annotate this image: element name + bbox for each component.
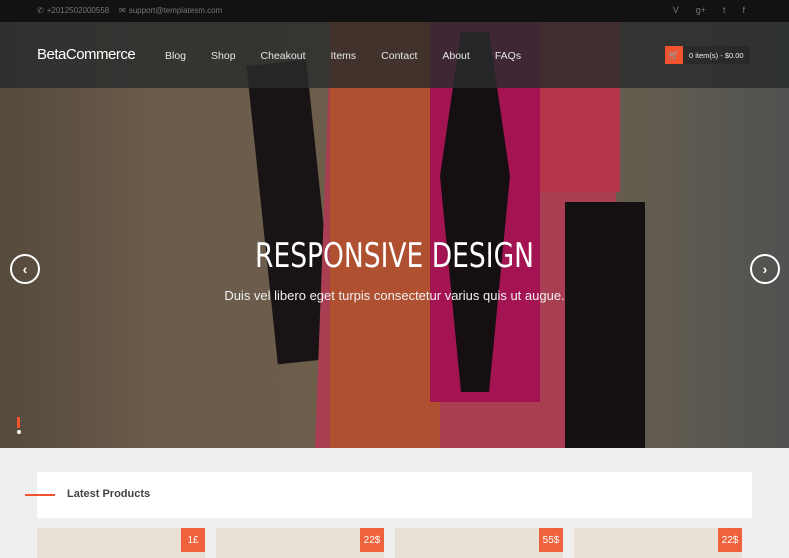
top-bar: ✆ +2012502000558 ✉ support@templatesm.com …	[0, 0, 789, 22]
nav-cheakout[interactable]: Cheakout	[261, 50, 306, 62]
nav-about[interactable]: About	[442, 50, 469, 62]
facebook-icon[interactable]: f	[742, 5, 745, 15]
cart-button[interactable]: 🛒 0 item(s) - $0.00	[665, 46, 750, 64]
section-accent-line	[25, 494, 55, 496]
product-card[interactable]: 22$	[216, 528, 384, 558]
indicator-dot[interactable]	[17, 430, 21, 434]
price-badge: 22$	[718, 528, 742, 552]
vine-icon[interactable]: V	[673, 5, 679, 15]
phone: ✆ +2012502000558	[37, 6, 110, 15]
hero-slider: BetaCommerce Blog Shop Cheakout Items Co…	[0, 22, 789, 448]
product-card[interactable]: 55$	[395, 528, 563, 558]
price-badge: 55$	[539, 528, 563, 552]
slide-indicator[interactable]	[17, 417, 21, 434]
nav-faqs[interactable]: FAQs	[495, 50, 521, 62]
product-card[interactable]: 22$	[574, 528, 742, 558]
nav-items[interactable]: Items	[331, 50, 357, 62]
email[interactable]: ✉ support@templatesm.com	[119, 6, 222, 15]
nav-contact[interactable]: Contact	[381, 50, 417, 62]
next-slide-button[interactable]: ›	[750, 254, 780, 284]
cart-icon: 🛒	[665, 46, 683, 64]
price-badge: 22$	[360, 528, 384, 552]
google-plus-icon[interactable]: g+	[696, 5, 706, 15]
chevron-left-icon: ‹	[22, 261, 28, 277]
product-card[interactable]: 1£	[37, 528, 205, 558]
logo[interactable]: BetaCommerce	[37, 46, 136, 63]
chevron-right-icon: ›	[762, 261, 768, 277]
envelope-icon: ✉	[119, 6, 126, 15]
hero-subtitle: Duis vel libero eget turpis consectetur …	[224, 288, 565, 303]
twitter-icon[interactable]: t	[723, 5, 726, 15]
prev-slide-button[interactable]: ‹	[10, 254, 40, 284]
main-nav: BetaCommerce Blog Shop Cheakout Items Co…	[0, 22, 789, 88]
price-badge: 1£	[181, 528, 205, 552]
section-title: Latest Products	[67, 488, 151, 500]
nav-shop[interactable]: Shop	[211, 50, 236, 62]
phone-icon: ✆	[37, 6, 44, 15]
nav-blog[interactable]: Blog	[165, 50, 186, 62]
indicator-active	[17, 417, 20, 428]
hero-title: RESPONSIVE DESIGN	[255, 236, 534, 276]
